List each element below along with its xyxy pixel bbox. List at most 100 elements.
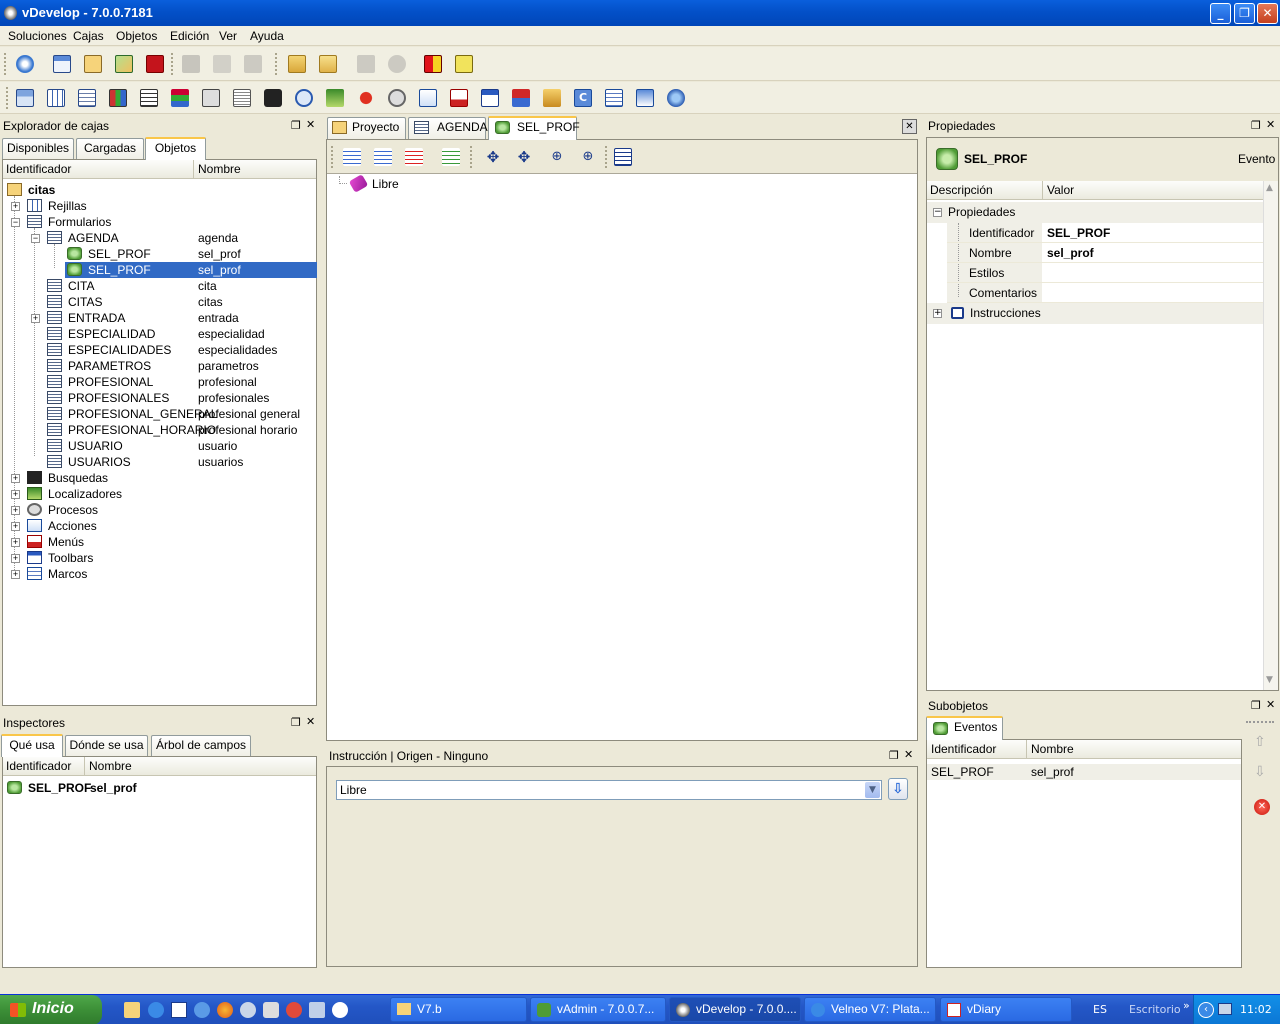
tree-item[interactable]: USUARIO usuario (7, 438, 317, 454)
project-icon[interactable] (84, 55, 102, 73)
tree-item-selected[interactable]: SEL_PROF sel_prof (7, 262, 317, 278)
col-nombre[interactable]: Nombre (89, 759, 132, 773)
delete-icon[interactable]: ✕ (1254, 799, 1270, 815)
tree-item[interactable]: − AGENDA agenda (7, 230, 317, 246)
word-icon[interactable] (171, 1002, 187, 1018)
tree-item[interactable]: SEL_PROF sel_prof (7, 246, 317, 262)
float-icon[interactable]: ❐ (291, 119, 301, 132)
scrollbar[interactable]: ▲ ▼ (1263, 181, 1278, 690)
property-row[interactable]: Comentarios (947, 283, 1263, 303)
insert-above-icon[interactable] (343, 148, 361, 166)
save-icon[interactable] (146, 55, 164, 73)
property-row[interactable]: Identificador SEL_PROF (947, 223, 1263, 243)
binoculars-icon[interactable] (264, 89, 282, 107)
tree-item[interactable]: + Rejillas (7, 198, 307, 214)
stop-icon[interactable] (388, 55, 406, 73)
instruction-combo[interactable]: Libre ▼ (336, 780, 882, 800)
grid-icon[interactable] (47, 89, 65, 107)
close-icon[interactable]: ✕ (1266, 118, 1275, 131)
list-item[interactable]: SEL_PROF sel_prof (6, 780, 306, 796)
move-icon[interactable]: ✥ (484, 148, 502, 166)
tree-view-icon[interactable] (614, 148, 632, 166)
home-icon[interactable] (16, 55, 34, 73)
minimize-button[interactable]: _ (1210, 3, 1231, 24)
book-icon[interactable] (424, 55, 442, 73)
insert-below-icon[interactable] (374, 148, 392, 166)
multiview-icon[interactable] (109, 89, 127, 107)
copy-icon[interactable] (213, 55, 231, 73)
comment-icon[interactable] (442, 148, 460, 166)
folder-icon[interactable] (124, 1002, 140, 1018)
tray-expand-icon[interactable]: ‹ (1198, 1002, 1214, 1018)
close-button[interactable]: ✕ (1257, 3, 1278, 24)
col-valor[interactable]: Valor (1047, 183, 1074, 197)
app-icon[interactable] (309, 1002, 325, 1018)
app-icon[interactable] (240, 1002, 256, 1018)
c-icon[interactable]: C (574, 89, 592, 107)
task-vdiary[interactable]: vDiary (940, 997, 1072, 1022)
close-icon[interactable]: ✕ (1266, 698, 1275, 711)
task-vadmin[interactable]: vAdmin - 7.0.0.7... (530, 997, 666, 1022)
menu-soluciones[interactable]: Soluciones (8, 29, 67, 43)
float-icon[interactable]: ❐ (1251, 699, 1261, 712)
collapse-icon[interactable]: − (31, 234, 40, 243)
firefox-icon[interactable] (217, 1002, 233, 1018)
tree-root[interactable]: citas (7, 182, 307, 198)
menu-ayuda[interactable]: Ayuda (250, 29, 284, 43)
menu-ver[interactable]: Ver (219, 29, 237, 43)
tree-item[interactable]: CITAS citas (7, 294, 317, 310)
collapse-icon[interactable]: − (11, 218, 20, 227)
property-row[interactable]: Estilos (947, 263, 1263, 283)
tab-disponibles[interactable]: Disponibles (2, 138, 74, 159)
expand-icon[interactable]: + (11, 538, 20, 547)
property-row[interactable]: Nombre sel_prof (947, 243, 1263, 263)
tree-item[interactable]: + Acciones (7, 518, 307, 534)
locator-icon[interactable] (326, 89, 344, 107)
window-icon[interactable] (53, 55, 71, 73)
app-icon[interactable] (286, 1002, 302, 1018)
tree-icon[interactable] (512, 89, 530, 107)
desktop-toolbar[interactable]: Escritorio (1129, 1003, 1181, 1016)
collapse-icon[interactable]: − (933, 208, 942, 217)
tree-item[interactable]: + Marcos (7, 566, 307, 582)
magnifier-icon[interactable] (295, 89, 313, 107)
float-icon[interactable]: ❐ (889, 749, 899, 762)
tree-item[interactable]: PROFESIONAL profesional (7, 374, 317, 390)
form-icon[interactable] (78, 89, 96, 107)
import-icon[interactable] (636, 89, 654, 107)
scroll-up-icon[interactable]: ▲ (1266, 183, 1273, 193)
menu-icon[interactable] (450, 89, 468, 107)
menu-cajas[interactable]: Cajas (73, 29, 104, 43)
expand-icon[interactable]: + (11, 570, 20, 579)
tree-item[interactable]: CITA cita (7, 278, 317, 294)
checklist-icon[interactable] (543, 89, 561, 107)
instruction-item[interactable]: Libre (348, 174, 551, 193)
close-icon[interactable]: ✕ (306, 715, 315, 728)
move-down-icon[interactable]: ⇩ (1254, 764, 1266, 780)
col-identificador[interactable]: Identificador (6, 162, 71, 176)
col-nombre[interactable]: Nombre (1031, 742, 1074, 756)
property-value[interactable]: SEL_PROF (1047, 223, 1110, 243)
tree-item[interactable]: + Localizadores (7, 486, 307, 502)
task-v7b[interactable]: V7.b (390, 997, 527, 1022)
table-row[interactable]: SEL_PROF sel_prof (927, 764, 1241, 780)
tree-item[interactable]: PROFESIONAL_HORARIO profesional horario (7, 422, 317, 438)
col-descripcion[interactable]: Descripción (930, 183, 993, 197)
expand-icon[interactable]: + (11, 490, 20, 499)
scroll-down-icon[interactable]: ▼ (1266, 675, 1273, 685)
delete-line-icon[interactable] (405, 148, 423, 166)
close-icon[interactable]: ✕ (306, 118, 315, 131)
report-icon[interactable] (233, 89, 251, 107)
maximize-button[interactable]: ❐ (1234, 3, 1255, 24)
tree-item[interactable]: + Toolbars (7, 550, 307, 566)
app-icon[interactable] (263, 1002, 279, 1018)
play-icon[interactable] (419, 89, 437, 107)
cut-icon[interactable] (182, 55, 200, 73)
move-up-icon[interactable]: ⇧ (1254, 734, 1266, 750)
group-row[interactable]: − Propiedades (927, 202, 1263, 223)
start-button[interactable]: Inicio (0, 995, 102, 1024)
col-identificador[interactable]: Identificador (6, 759, 71, 773)
network-icon[interactable] (1218, 1003, 1232, 1015)
close-tab-icon[interactable]: ✕ (902, 119, 917, 134)
col-nombre[interactable]: Nombre (198, 162, 241, 176)
